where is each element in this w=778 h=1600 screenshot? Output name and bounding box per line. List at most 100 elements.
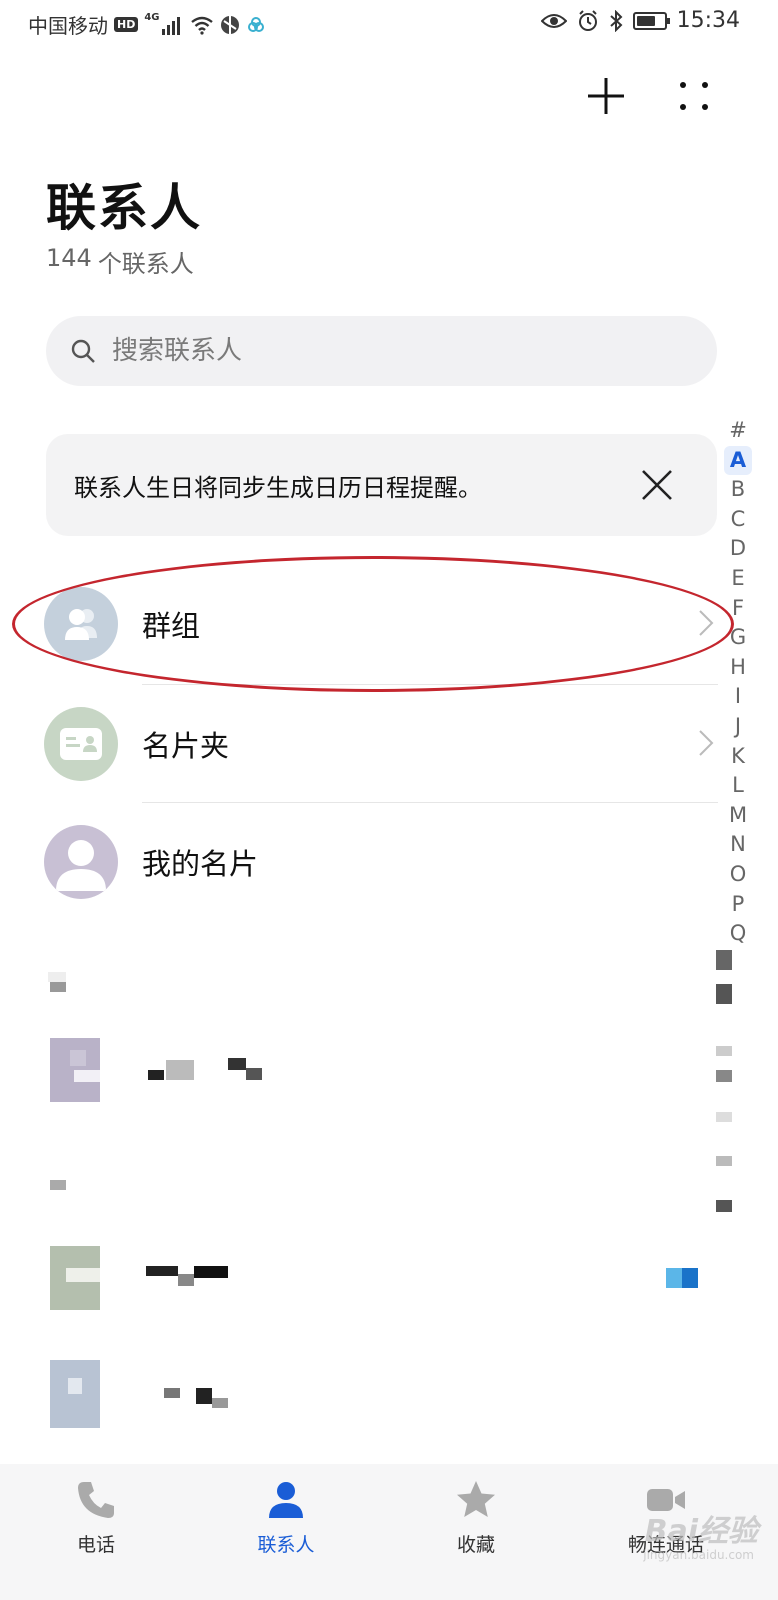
- alpha-letter[interactable]: P: [724, 890, 752, 920]
- search-icon: [71, 339, 95, 363]
- alpha-letter[interactable]: M: [724, 801, 752, 831]
- clock: 15:34: [676, 8, 740, 33]
- contact-count: 144 个联系人: [46, 244, 194, 279]
- business-card-label: 名片夹: [142, 729, 230, 763]
- add-contact-button[interactable]: [578, 68, 634, 124]
- alphabet-index-blurred: [716, 1070, 732, 1082]
- my-card-entry[interactable]: 我的名片: [44, 803, 720, 921]
- alpha-letter[interactable]: N: [724, 830, 752, 860]
- mosaic-cell: [212, 1398, 228, 1408]
- alpha-letter[interactable]: H: [724, 653, 752, 683]
- groups-entry[interactable]: 群组: [44, 565, 720, 683]
- contact-row-blurred[interactable]: [36, 1350, 296, 1440]
- alpha-letter[interactable]: J: [724, 712, 752, 742]
- contact-row-blurred[interactable]: [36, 1238, 716, 1328]
- bluetooth-icon: [609, 9, 623, 32]
- business-card-avatar: [44, 707, 118, 781]
- signal-icon: [161, 16, 180, 35]
- nav-phone[interactable]: 电话: [16, 1478, 176, 1557]
- my-card-label: 我的名片: [142, 847, 259, 881]
- baidu-watermark: Bai经验: [644, 1514, 758, 1549]
- mosaic-cell: [74, 1070, 100, 1082]
- wifi-icon: [190, 16, 213, 35]
- phone-icon: [78, 1482, 114, 1518]
- business-card-entry[interactable]: 名片夹: [44, 685, 720, 803]
- browser-app-icon: [220, 15, 239, 34]
- alphabet-index[interactable]: # A B C D E F G H I J K L M N O P Q: [724, 416, 752, 949]
- notice-close-button[interactable]: [633, 461, 681, 509]
- nav-favorites[interactable]: 收藏: [396, 1478, 556, 1557]
- alpha-letter[interactable]: B: [724, 475, 752, 505]
- alphabet-index-blurred: [716, 1046, 732, 1056]
- battery-level: [636, 15, 655, 26]
- mosaic-cell: [178, 1274, 194, 1286]
- alpha-letter[interactable]: O: [724, 860, 752, 890]
- more-button[interactable]: [666, 68, 722, 124]
- search-bar[interactable]: [46, 316, 717, 386]
- contact-avatar-blurred: [50, 1360, 100, 1428]
- section-header-blurred: [48, 972, 66, 982]
- mosaic-cell: [194, 1266, 228, 1278]
- more-dots-icon: [680, 82, 708, 110]
- alpha-letter[interactable]: K: [724, 742, 752, 772]
- mosaic-cell: [666, 1268, 682, 1288]
- search-input[interactable]: [110, 335, 654, 367]
- group-avatar: [44, 587, 118, 661]
- nav-contacts-label: 联系人: [257, 1534, 315, 1556]
- chevron-right-icon: [699, 730, 714, 756]
- network-label: 4G: [144, 12, 160, 23]
- nav-contacts[interactable]: 联系人: [206, 1478, 366, 1557]
- contact-count-number: 144: [46, 244, 92, 272]
- section-header-blurred: [50, 1180, 66, 1190]
- contact-count-suffix: 个联系人: [97, 250, 194, 278]
- alphabet-index-blurred: [716, 1156, 732, 1166]
- chevron-right-icon: [699, 610, 714, 636]
- alpha-letter[interactable]: F: [724, 594, 752, 624]
- mosaic-cell: [196, 1388, 212, 1404]
- my-card-avatar: [44, 825, 118, 899]
- hd-badge: HD: [114, 17, 139, 32]
- mosaic-cell: [164, 1388, 180, 1398]
- alpha-letter[interactable]: C: [724, 505, 752, 535]
- alpha-letter[interactable]: #: [724, 416, 752, 446]
- eye-icon: [540, 13, 567, 28]
- alpha-letter[interactable]: E: [724, 564, 752, 594]
- alpha-letter[interactable]: I: [724, 682, 752, 712]
- alphabet-index-blurred: [716, 1200, 732, 1212]
- mosaic-cell: [246, 1068, 262, 1080]
- section-header-blurred: [50, 982, 66, 992]
- battery-icon: [632, 11, 670, 30]
- alphabet-index-blurred: [716, 950, 732, 970]
- carrier-label: 中国移动: [28, 14, 108, 38]
- mosaic-cell: [228, 1058, 246, 1070]
- contact-row-blurred[interactable]: [36, 1030, 296, 1120]
- mosaic-cell: [166, 1060, 194, 1080]
- alpha-letter[interactable]: A: [724, 445, 752, 476]
- nav-favorites-label: 收藏: [456, 1534, 495, 1556]
- star-icon: [457, 1481, 495, 1517]
- status-bar-right: 15:34: [540, 8, 740, 33]
- page-title: 联系人: [46, 179, 202, 237]
- plus-icon: [588, 78, 624, 114]
- alpha-letter[interactable]: G: [724, 623, 752, 653]
- groups-label: 群组: [142, 609, 201, 643]
- mosaic-cell: [70, 1050, 86, 1066]
- contacts-icon: [269, 1482, 303, 1518]
- alpha-letter[interactable]: D: [724, 534, 752, 564]
- cloud-app-icon: [247, 16, 264, 32]
- mosaic-cell: [146, 1266, 178, 1276]
- notice-text: 联系人生日将同步生成日历日程提醒。: [74, 473, 482, 502]
- alarm-icon: [578, 9, 597, 31]
- status-bar-left: 中国移动 HD 4G: [28, 10, 266, 39]
- group-icon: [65, 609, 97, 640]
- mosaic-cell: [68, 1378, 82, 1394]
- alpha-letter[interactable]: Q: [724, 919, 752, 949]
- alpha-letter[interactable]: L: [724, 771, 752, 801]
- baidu-watermark-url: jingyan.baidu.com: [643, 1548, 754, 1562]
- mosaic-cell: [682, 1268, 698, 1288]
- person-icon: [56, 840, 106, 891]
- close-icon: [642, 470, 672, 500]
- alphabet-index-blurred: [716, 1112, 732, 1122]
- mosaic-cell: [148, 1070, 164, 1080]
- alphabet-index-blurred: [716, 984, 732, 1004]
